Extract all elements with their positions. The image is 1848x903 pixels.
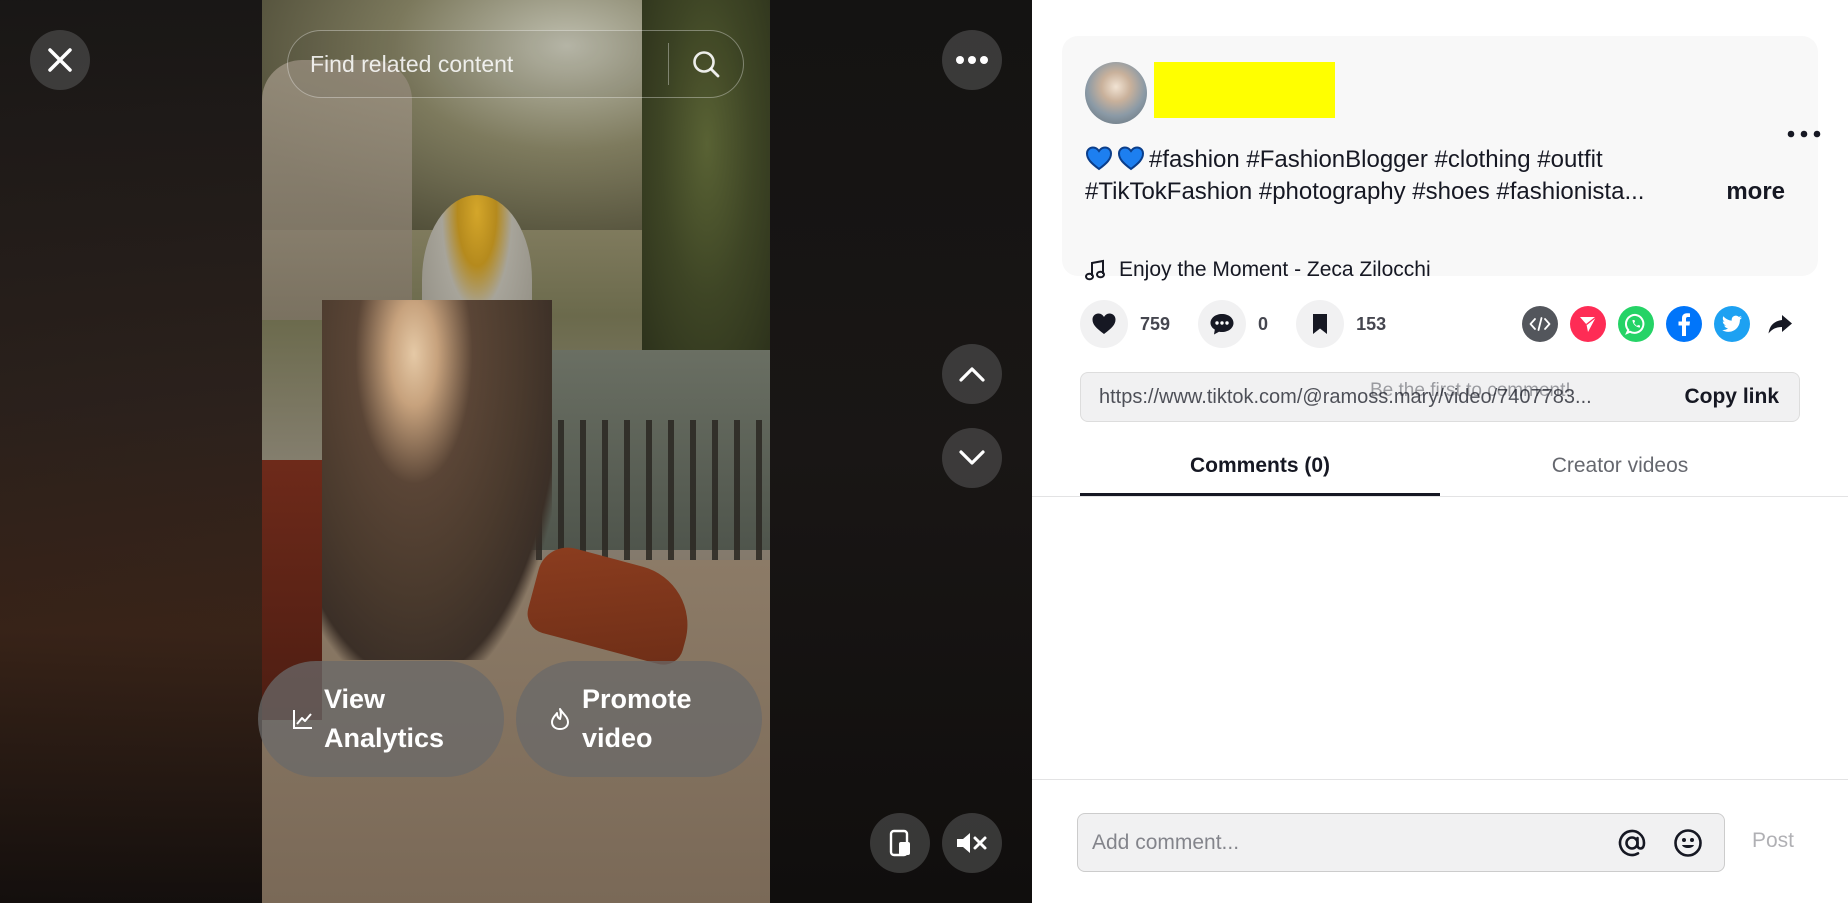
bookmark-icon — [1313, 314, 1328, 334]
view-analytics-label-1: View — [324, 684, 386, 714]
embed-code-icon — [1529, 317, 1551, 331]
close-icon — [48, 48, 72, 72]
music-title: Enjoy the Moment - Zeca Zilocchi — [1119, 258, 1431, 281]
promote-video-button[interactable]: Promote video — [516, 661, 762, 777]
video-more-options-button[interactable] — [942, 30, 1002, 90]
video-player: Find related content View Analytics Prom… — [0, 0, 1032, 903]
search-button[interactable] — [669, 30, 743, 98]
view-analytics-label-2: Analytics — [324, 723, 445, 753]
share-whatsapp-button[interactable] — [1618, 306, 1654, 342]
previous-video-button[interactable] — [942, 344, 1002, 404]
comment-input[interactable] — [1078, 830, 1612, 855]
twitter-icon — [1722, 315, 1742, 332]
save-count: 153 — [1356, 313, 1387, 334]
send-to-friends-button[interactable] — [1570, 306, 1606, 342]
flame-icon — [550, 707, 572, 731]
tab-comments[interactable]: Comments (0) — [1080, 440, 1440, 496]
next-video-button[interactable] — [942, 428, 1002, 488]
comment-box — [1077, 813, 1725, 872]
avatar[interactable] — [1085, 62, 1147, 124]
analytics-chart-icon — [292, 708, 314, 730]
empty-comments-message: Be the first to comment! — [1370, 380, 1571, 401]
search-input[interactable]: Find related content — [288, 51, 668, 78]
mention-button[interactable] — [1612, 828, 1652, 858]
comment-footer-divider — [1032, 779, 1848, 780]
mute-button[interactable] — [942, 813, 1002, 873]
volume-muted-icon — [957, 833, 987, 853]
copy-link-button[interactable]: Copy link — [1664, 385, 1799, 409]
comment-icon — [1210, 314, 1234, 335]
share-options — [1522, 306, 1810, 342]
view-analytics-button[interactable]: View Analytics — [258, 661, 504, 777]
more-horizontal-icon — [956, 56, 988, 64]
floating-player-icon — [889, 829, 910, 857]
more-horizontal-icon — [1787, 130, 1821, 138]
post-more-options-button[interactable] — [1787, 125, 1821, 143]
music-link[interactable]: Enjoy the Moment - Zeca Zilocchi — [1085, 258, 1431, 282]
like-button[interactable]: 759 — [1080, 300, 1170, 348]
comment-count: 0 — [1258, 313, 1269, 334]
username-redacted[interactable] — [1154, 62, 1335, 118]
post-comment-button[interactable]: Post — [1752, 829, 1794, 853]
paper-plane-icon — [1580, 316, 1597, 332]
promote-video-label-2: video — [582, 723, 653, 753]
embed-button[interactable] — [1522, 306, 1558, 342]
share-facebook-button[interactable] — [1666, 306, 1702, 342]
tabs-divider — [1032, 496, 1848, 497]
promote-video-label-1: Promote — [582, 684, 692, 714]
share-twitter-button[interactable] — [1714, 306, 1750, 342]
chevron-down-icon — [959, 450, 985, 465]
tab-creator-videos[interactable]: Creator videos — [1440, 440, 1800, 496]
whatsapp-icon — [1624, 313, 1645, 335]
tab-bar: Comments (0) Creator videos — [1080, 440, 1800, 496]
details-panel: #fashion #FashionBlogger #clothing #outf… — [1032, 0, 1848, 903]
search-bar[interactable]: Find related content — [287, 30, 744, 98]
blue-heart-icon — [1085, 146, 1113, 171]
mini-player-button[interactable] — [870, 813, 930, 873]
music-note-icon — [1085, 259, 1105, 281]
blue-heart-icon — [1117, 146, 1145, 171]
caption-hashtags-line-1[interactable]: #fashion #FashionBlogger #clothing #outf… — [1149, 146, 1603, 173]
heart-icon — [1092, 313, 1116, 334]
caption: #fashion #FashionBlogger #clothing #outf… — [1085, 144, 1785, 208]
search-icon — [693, 51, 720, 78]
share-more-button[interactable] — [1762, 306, 1798, 342]
caption-more-button[interactable]: more — [1726, 176, 1785, 208]
like-count: 759 — [1140, 313, 1171, 334]
comment-button[interactable]: 0 — [1198, 300, 1268, 348]
emoji-face-icon — [1674, 828, 1702, 857]
chevron-up-icon — [959, 367, 985, 382]
facebook-icon — [1678, 313, 1690, 336]
at-mention-icon — [1618, 829, 1646, 856]
emoji-button[interactable] — [1668, 828, 1708, 858]
close-button[interactable] — [30, 30, 90, 90]
save-button[interactable]: 153 — [1296, 300, 1386, 348]
share-arrow-icon — [1768, 315, 1792, 334]
description-card: #fashion #FashionBlogger #clothing #outf… — [1062, 36, 1821, 281]
caption-hashtags-line-2[interactable]: #TikTokFashion #photography #shoes #fash… — [1085, 176, 1644, 208]
video-background-blur-left — [0, 0, 262, 903]
